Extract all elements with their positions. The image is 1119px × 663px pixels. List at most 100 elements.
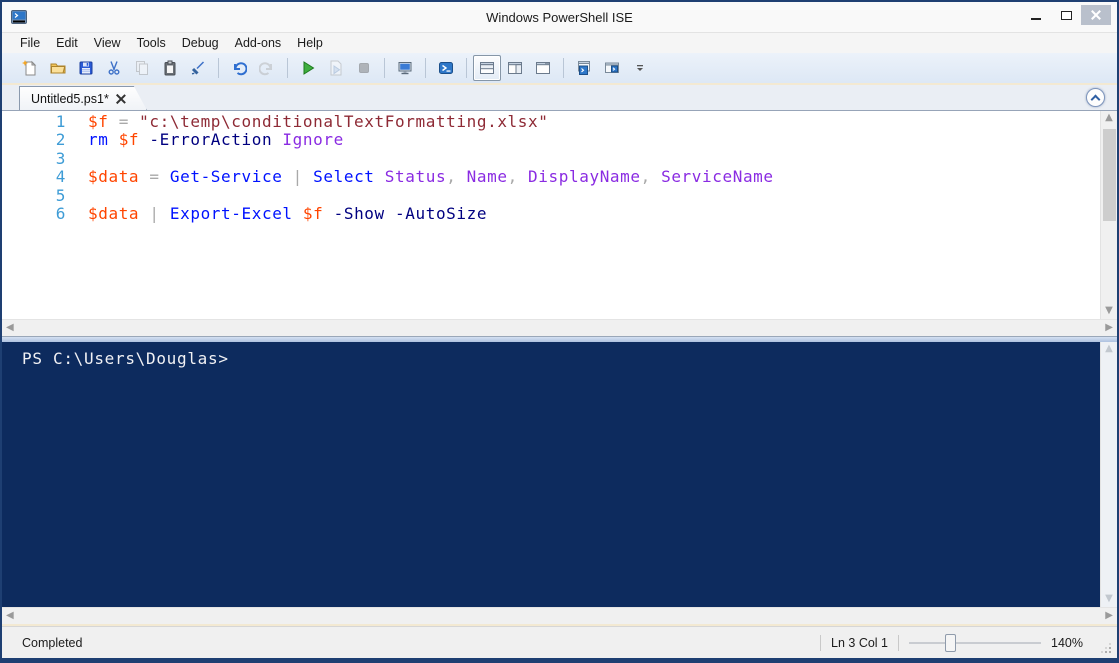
minimize-button[interactable]: [1021, 5, 1051, 25]
toolbar-separator: [287, 58, 288, 78]
open-folder-icon: [50, 60, 66, 76]
powershell-tab-icon: [576, 60, 592, 76]
cursor-position: Ln 3 Col 1: [831, 635, 889, 650]
redo-icon: [259, 60, 275, 76]
maximize-button[interactable]: [1051, 5, 1081, 25]
console-prompt: PS C:\Users\Douglas>: [22, 349, 229, 368]
scroll-down-icon: ▼: [1105, 593, 1113, 604]
code-line: 3: [2, 148, 1100, 168]
toolbar-separator: [466, 58, 467, 78]
toolbar-overflow-button[interactable]: [626, 55, 654, 81]
chevron-up-icon: [1090, 94, 1101, 104]
code-text: $data | Export-Excel $f -Show -AutoSize: [88, 203, 488, 223]
run-icon: [300, 60, 316, 76]
scroll-left-icon: ◀: [6, 609, 14, 621]
overflow-icon: [634, 60, 646, 76]
run-selection-button[interactable]: [322, 55, 350, 81]
script-pane-right-icon: [507, 60, 523, 76]
collapse-script-pane-button[interactable]: [1086, 88, 1105, 107]
menu-view[interactable]: View: [86, 34, 129, 52]
menu-bar: File Edit View Tools Debug Add-ons Help: [2, 32, 1117, 53]
clear-console-pane-button[interactable]: [184, 55, 212, 81]
stop-operation-button[interactable]: [350, 55, 378, 81]
script-editor[interactable]: 1 $f = "c:\temp\conditionalTextFormatting…: [2, 111, 1100, 319]
menu-debug[interactable]: Debug: [174, 34, 227, 52]
code-text: rm $f -ErrorAction Ignore: [88, 130, 344, 150]
show-script-pane-top-button[interactable]: [473, 55, 501, 81]
line-number: 2: [55, 130, 66, 150]
editor-vertical-scrollbar[interactable]: ▲ ▼: [1100, 111, 1117, 319]
redo-button[interactable]: [253, 55, 281, 81]
new-script-button[interactable]: [16, 55, 44, 81]
title-bar: Windows PowerShell ISE: [2, 2, 1117, 32]
close-tab-icon[interactable]: [116, 94, 126, 104]
clear-icon: [190, 60, 206, 76]
line-number: 1: [55, 112, 66, 131]
scroll-left-icon: ◀: [6, 321, 14, 333]
menu-help[interactable]: Help: [289, 34, 331, 52]
scroll-up-icon: ▲: [1105, 343, 1113, 354]
run-script-button[interactable]: [294, 55, 322, 81]
line-number: 4: [55, 167, 66, 187]
window-controls: [1021, 2, 1117, 32]
open-script-button[interactable]: [44, 55, 72, 81]
start-powershell-button[interactable]: [432, 55, 460, 81]
code-line: 6 $data | Export-Excel $f -Show -AutoSize: [2, 203, 1100, 223]
scroll-right-icon: ▶: [1105, 609, 1113, 621]
scroll-up-icon: ▲: [1105, 112, 1113, 123]
powershell-window-icon: [604, 60, 620, 76]
console-input[interactable]: PS C:\Users\Douglas>: [2, 342, 1100, 607]
zoom-slider-track: [909, 641, 1042, 644]
run-selection-icon: [328, 60, 344, 76]
maximize-icon: [1060, 10, 1072, 20]
code-text: $data = Get-Service | Select Status, Nam…: [88, 167, 774, 187]
zoom-level: 140%: [1051, 635, 1083, 650]
resize-grip-icon[interactable]: [1099, 641, 1113, 655]
tab-label: Untitled5.ps1*: [31, 91, 109, 106]
powershell-ise-window: Windows PowerShell ISE File Edit View To…: [0, 0, 1119, 663]
paste-button[interactable]: [156, 55, 184, 81]
console-vertical-scrollbar[interactable]: ▲ ▼: [1100, 342, 1117, 607]
toolbar-separator: [218, 58, 219, 78]
stop-icon: [356, 60, 372, 76]
menu-tools[interactable]: Tools: [129, 34, 174, 52]
scrollbar-thumb[interactable]: [1102, 129, 1116, 221]
save-script-button[interactable]: [72, 55, 100, 81]
cut-button[interactable]: [100, 55, 128, 81]
close-button[interactable]: [1081, 5, 1111, 25]
tab-untitled5[interactable]: Untitled5.ps1*: [19, 86, 147, 110]
line-number: 3: [55, 148, 66, 168]
code-line: 4 $data = Get-Service | Select Status, Na…: [2, 167, 1100, 187]
show-script-pane-maximized-button[interactable]: [529, 55, 557, 81]
script-pane-top-icon: [479, 60, 495, 76]
new-remote-powershell-tab-button[interactable]: [391, 55, 419, 81]
zoom-slider-thumb[interactable]: [945, 633, 957, 652]
editor-horizontal-scrollbar[interactable]: ◀ ▶: [2, 319, 1117, 336]
new-powershell-tab-button[interactable]: [570, 55, 598, 81]
show-script-pane-right-button[interactable]: [501, 55, 529, 81]
menu-addons[interactable]: Add-ons: [227, 34, 290, 52]
console-pane: PS C:\Users\Douglas> ▲ ▼: [2, 342, 1117, 607]
line-number: 5: [55, 185, 66, 205]
remote-tab-icon: [397, 60, 413, 76]
show-command-window-button[interactable]: [598, 55, 626, 81]
menu-edit[interactable]: Edit: [48, 34, 86, 52]
code-line: 5: [2, 185, 1100, 205]
paste-icon: [162, 60, 178, 76]
zoom-slider[interactable]: [909, 633, 1042, 653]
save-icon: [78, 60, 94, 76]
toolbar-separator: [384, 58, 385, 78]
undo-button[interactable]: [225, 55, 253, 81]
line-number: 6: [55, 203, 66, 223]
window-title: Windows PowerShell ISE: [486, 9, 633, 25]
menu-file[interactable]: File: [12, 34, 48, 52]
statusbar-separator: [898, 634, 900, 651]
statusbar-separator: [820, 634, 822, 651]
code-line: 2 rm $f -ErrorAction Ignore: [2, 130, 1100, 150]
scroll-right-icon: ▶: [1105, 321, 1113, 333]
copy-button[interactable]: [128, 55, 156, 81]
console-horizontal-scrollbar[interactable]: ◀ ▶: [2, 607, 1117, 624]
code-text: $f = "c:\temp\conditionalTextFormatting.…: [88, 112, 549, 131]
